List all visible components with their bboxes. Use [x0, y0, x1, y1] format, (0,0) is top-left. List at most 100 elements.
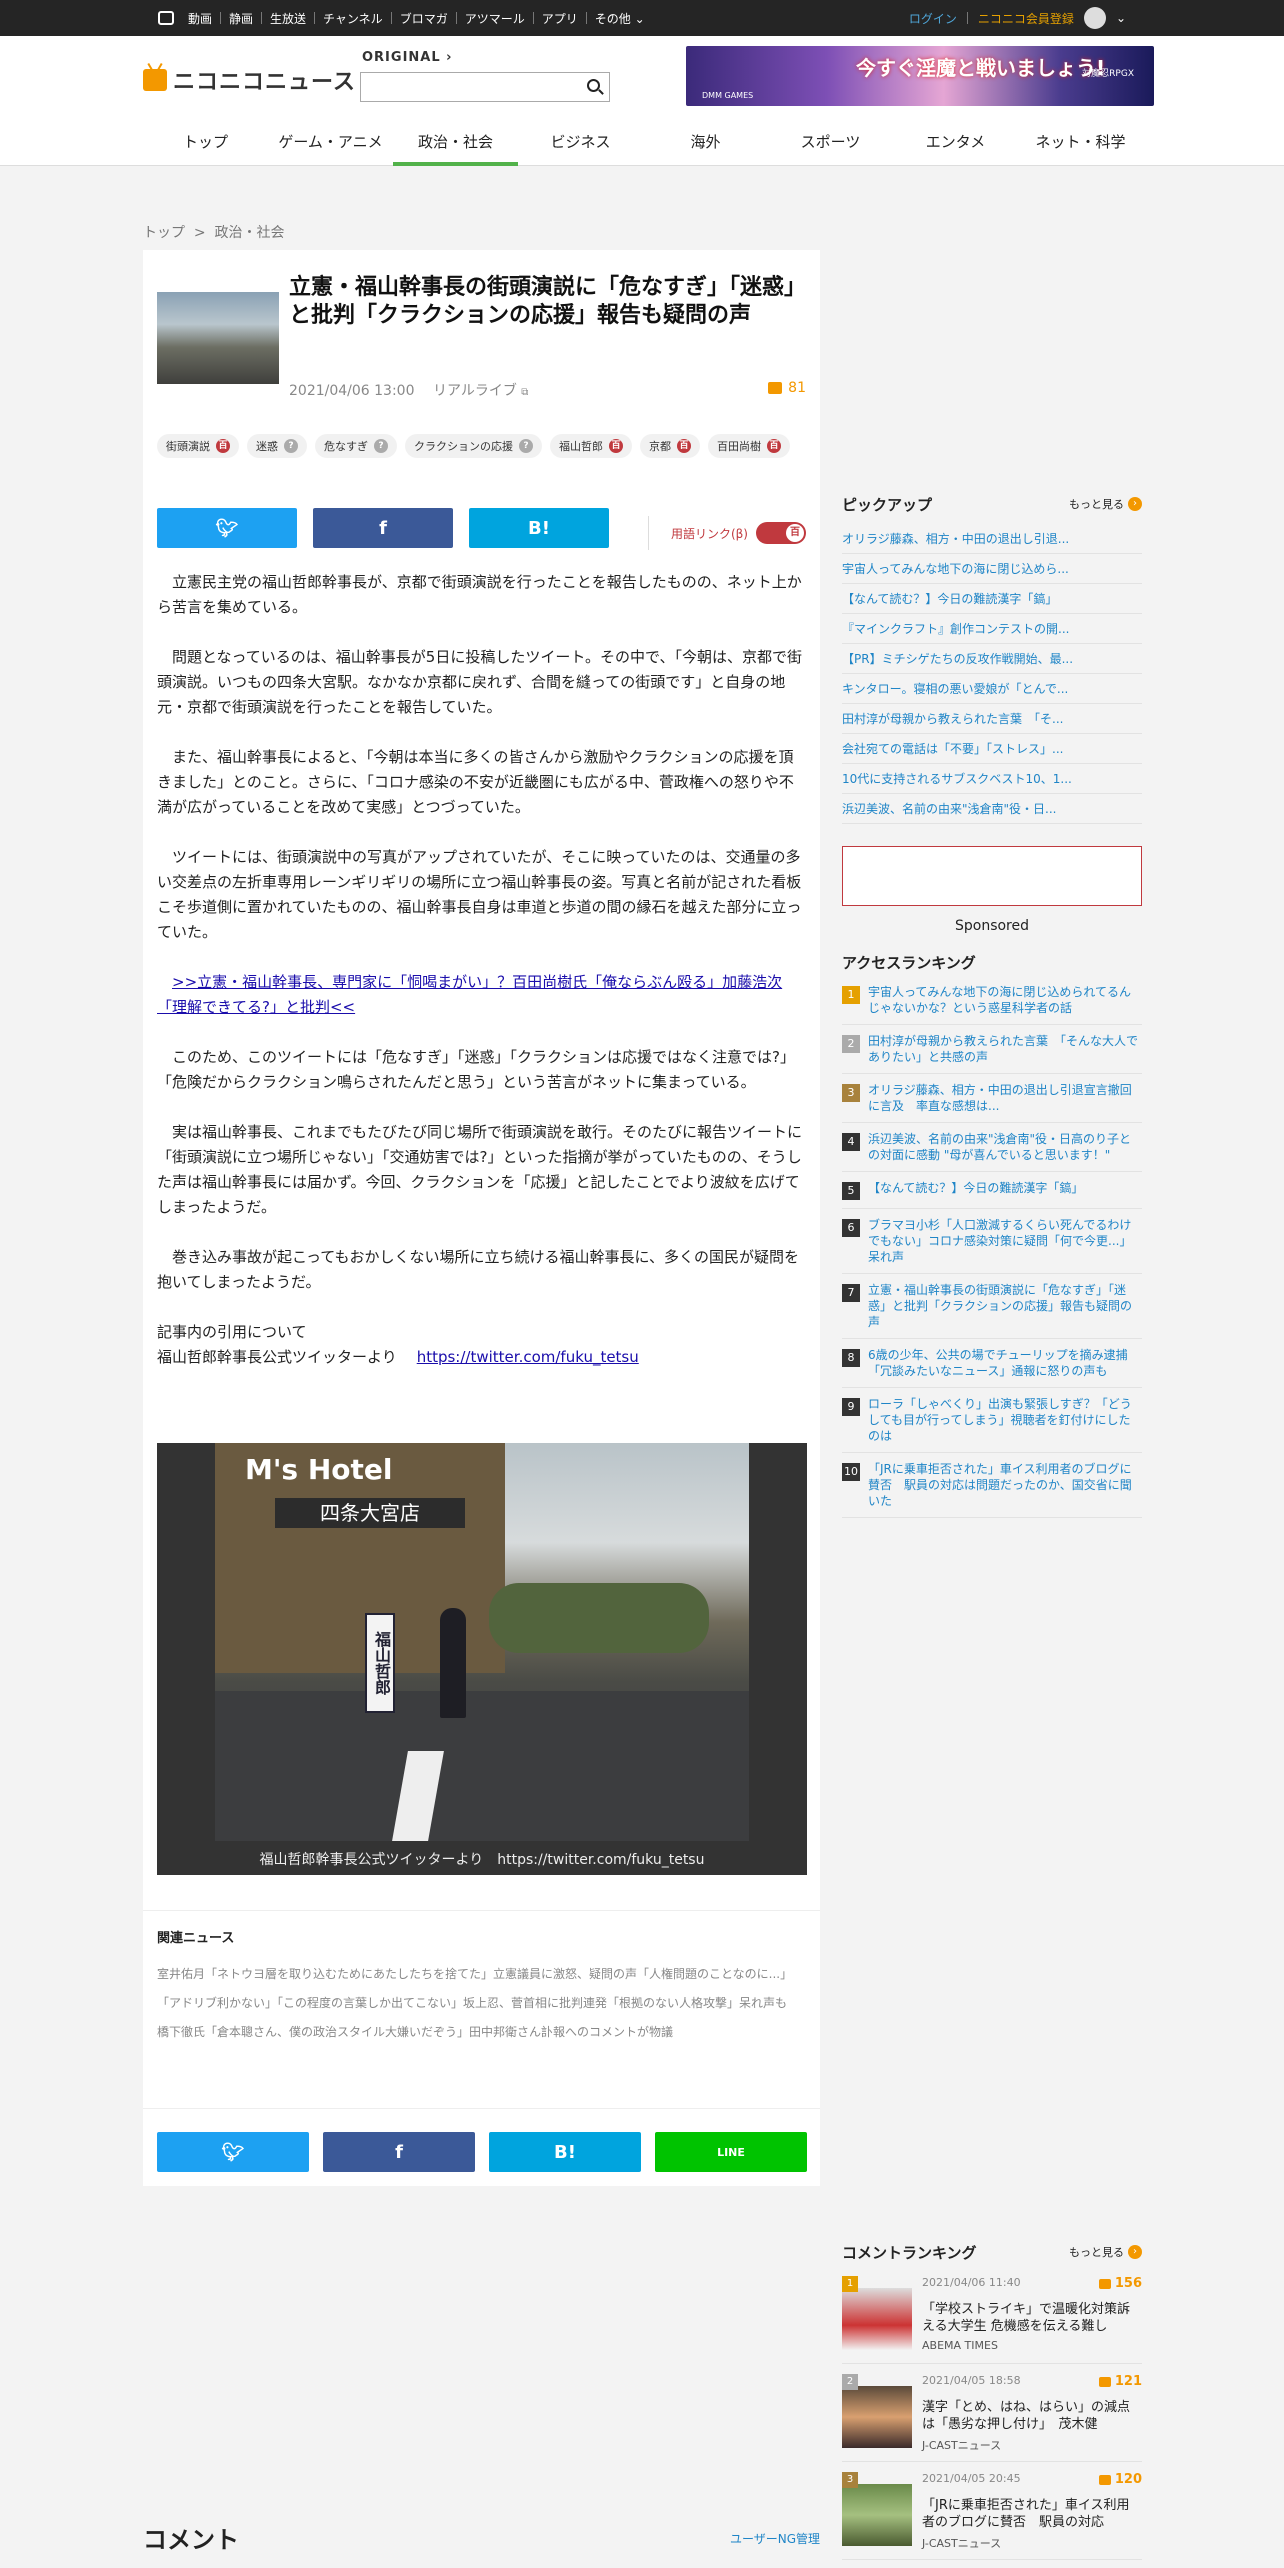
tag-item[interactable]: 福山哲郎百 — [550, 434, 632, 458]
link-seiga[interactable]: 静画 — [229, 10, 253, 27]
comment-ranking-thumbnail: 2 — [842, 2374, 912, 2448]
hatena-share-button[interactable]: B! — [469, 508, 609, 548]
nav-entertainment[interactable]: エンタメ — [893, 122, 1018, 166]
tag-item[interactable]: 街頭演説百 — [157, 434, 239, 458]
encyclopedia-icon[interactable]: 百 — [677, 439, 691, 453]
question-icon[interactable]: ? — [374, 439, 388, 453]
question-icon[interactable]: ? — [519, 439, 533, 453]
related-news-item[interactable]: 「アドリブ利かない」「この程度の言葉しか出てこない」坂上忍、菅首相に批判連発「根… — [157, 1995, 807, 2012]
divider — [455, 12, 457, 24]
pickup-item[interactable]: 10代に支持されるサブスクベスト10、1... — [842, 764, 1142, 794]
link-live[interactable]: 生放送 — [270, 10, 306, 27]
pickup-item[interactable]: 会社宛ての電話は「不要」「ストレス」... — [842, 734, 1142, 764]
question-icon[interactable]: ? — [284, 439, 298, 453]
pickup-item[interactable]: 浜辺美波、名前の由来"浅倉南"役・日... — [842, 794, 1142, 824]
nav-overseas[interactable]: 海外 — [643, 122, 768, 166]
nav-top[interactable]: トップ — [143, 122, 268, 166]
original-link[interactable]: ORIGINAL › — [362, 50, 453, 65]
tag-item[interactable]: クラクションの応援? — [405, 434, 542, 458]
related-article-link[interactable]: >>立憲・福山幹事長、専門家に「恫喝まがい」？百田尚樹氏「俺ならぶん殴る」加藤浩… — [157, 970, 805, 1020]
related-news-item[interactable]: 室井佑月「ネトウヨ層を取り込むためにあたしたちを捨てた」立憲議員に激怒、疑問の声… — [157, 1966, 807, 1983]
twitter-icon: 🐦︎ — [215, 517, 239, 539]
comment-section-title: コメント — [143, 2526, 239, 2554]
ad-slot[interactable] — [842, 846, 1142, 906]
user-ng-link[interactable]: ユーザーNG管理 — [730, 2530, 820, 2547]
twitter-share-button[interactable]: 🐦︎ — [157, 2132, 309, 2172]
photo-image[interactable]: M's Hotel 四条大宮店 福山哲郎 — [215, 1443, 749, 1841]
tag-item[interactable]: 危なすぎ? — [315, 434, 397, 458]
facebook-share-button[interactable]: f — [313, 508, 453, 548]
comment-count: 120 — [1098, 2472, 1142, 2487]
glossary-toggle[interactable] — [756, 522, 806, 544]
divider — [143, 2108, 820, 2109]
pickup-item[interactable]: 田村淳が母親から教えられた言葉 「そ... — [842, 704, 1142, 734]
more-label: もっと見る — [1069, 498, 1124, 511]
ranking-item[interactable]: 1 宇宙人ってみんな地下の海に閉じ込められてるんじゃないかな？という惑星科学者の話 — [842, 976, 1142, 1025]
nav-sports[interactable]: スポーツ — [768, 122, 893, 166]
login-link[interactable]: ログイン — [909, 10, 957, 27]
ranking-item[interactable]: 5 【なんて読む？】今日の難読漢字「鎬」 — [842, 1172, 1142, 1209]
encyclopedia-icon[interactable]: 百 — [767, 439, 781, 453]
site-logo[interactable]: ニコニコニュース — [143, 64, 356, 96]
link-channel[interactable]: チャンネル — [323, 10, 383, 27]
comment-bubble-icon — [768, 382, 783, 394]
ranking-item[interactable]: 2 田村淳が母親から教えられた言葉 「そんな大人でありたい」と共感の声 — [842, 1025, 1142, 1074]
article-source-link[interactable]: リアルライブ ⧉ — [433, 383, 528, 399]
search-icon[interactable] — [587, 79, 600, 92]
breadcrumb-home[interactable]: トップ — [143, 225, 185, 241]
ranking-item[interactable]: 8 6歳の少年、公共の場でチューリップを摘み逮捕「冗談みたいなニュース」通報に怒り… — [842, 1339, 1142, 1388]
ranking-item[interactable]: 4 浜辺美波、名前の由来"浅倉南"役・日高のり子との対面に感動 "母が喜んでいると… — [842, 1123, 1142, 1172]
photo-person — [440, 1608, 466, 1718]
encyclopedia-icon[interactable]: 百 — [216, 439, 230, 453]
pickup-item[interactable]: 『マインクラフト』創作コンテストの開... — [842, 614, 1142, 644]
facebook-share-button[interactable]: f — [323, 2132, 475, 2172]
nav-politics-society[interactable]: 政治・社会 — [393, 122, 518, 166]
link-atsumaru[interactable]: アツマール — [465, 10, 525, 27]
link-video[interactable]: 動画 — [188, 10, 212, 27]
ranking-item[interactable]: 7 立憲・福山幹事長の街頭演説に「危なすぎ」「迷惑」と批判「クラクションの応援」報… — [842, 1274, 1142, 1339]
register-link[interactable]: ニコニコ会員登録 — [978, 10, 1074, 27]
pickup-item[interactable]: オリラジ藤森、相方・中田の退出し引退... — [842, 524, 1142, 554]
comment-ranking-item[interactable]: 3 2021/04/05 20:45 「JRに乗車拒否された」車イス利用者のブログに… — [842, 2462, 1142, 2560]
tag-item[interactable]: 百田尚樹百 — [708, 434, 790, 458]
paragraph: 巻き込み事故が起こってもおかしくない場所に立ち続ける福山幹事長に、多くの国民が疑… — [157, 1248, 800, 1291]
avatar[interactable] — [1083, 7, 1106, 29]
ranking-item[interactable]: 10 「JRに乗車拒否された」車イス利用者のブログに賛否 駅員の対応は問題だったの… — [842, 1453, 1142, 1518]
pickup-item[interactable]: 【なんて読む？】今日の難読漢字「鎬」 — [842, 584, 1142, 614]
comment-ranking-title-text: 「JRに乗車拒否された」車イス利用者のブログに賛否 駅員の対応 — [922, 2498, 1130, 2530]
nav-business[interactable]: ビジネス — [518, 122, 643, 166]
twitter-share-button[interactable]: 🐦︎ — [157, 508, 297, 548]
ad-banner[interactable]: 今すぐ淫魔と戦いましょう! DMM GAMES 対魔忍RPGX — [686, 46, 1154, 106]
link-app[interactable]: アプリ — [542, 10, 578, 27]
ranking-item[interactable]: 9 ローラ「しゃべくり」出演も緊張しすぎ？「どうしても目が行ってしまう」視聴者を釘… — [842, 1388, 1142, 1453]
hatena-share-button[interactable]: B! — [489, 2132, 641, 2172]
search-box — [360, 72, 610, 102]
comment-ranking-item[interactable]: 1 2021/04/06 11:40 「学校ストライキ」で温暖化対策訴える大学生 危… — [842, 2266, 1142, 2364]
comment-ranking-item[interactable]: 2 2021/04/05 18:58 漢字「とめ、はね、はらい」の減点は「愚劣な押し… — [842, 2364, 1142, 2462]
nav-game-anime[interactable]: ゲーム・アニメ — [268, 122, 393, 166]
search-input[interactable] — [361, 73, 571, 101]
niconico-tv-icon[interactable] — [158, 11, 174, 25]
pickup-item[interactable]: キンタロー。寝相の悪い愛娘が「とんで... — [842, 674, 1142, 704]
comment-count[interactable]: 81 — [768, 380, 806, 396]
tag-item[interactable]: 迷惑? — [247, 434, 307, 458]
rank-number: 1 — [842, 986, 860, 1004]
link-blomaga[interactable]: ブロマガ — [400, 10, 448, 27]
ranking-item[interactable]: 3 オリラジ藤森、相方・中田の退出し引退宣言撤回に言及 率直な感想は... — [842, 1074, 1142, 1123]
pickup-more-link[interactable]: もっと見る › — [1069, 496, 1142, 512]
pickup-item[interactable]: 【PR】ミチシゲたちの反攻作戦開始、最... — [842, 644, 1142, 674]
chevron-down-icon[interactable]: ⌄ — [1116, 11, 1126, 25]
line-share-button[interactable]: LINE — [655, 2132, 807, 2172]
tag-item[interactable]: 京都百 — [640, 434, 700, 458]
ad-main-text: 今すぐ淫魔と戦いましょう! — [856, 56, 1106, 80]
encyclopedia-icon[interactable]: 百 — [609, 439, 623, 453]
ranking-item[interactable]: 6 ブラマヨ小杉「人口激減するくらい死んでるわけでもない」コロナ感染対策に疑問「何… — [842, 1209, 1142, 1274]
comment-ranking-more-link[interactable]: もっと見る › — [1069, 2244, 1142, 2260]
twitter-icon: 🐦︎ — [221, 2141, 245, 2163]
pickup-item[interactable]: 宇宙人ってみんな地下の海に閉じ込めら... — [842, 554, 1142, 584]
nav-net-science[interactable]: ネット・科学 — [1018, 122, 1143, 166]
citation-url-link[interactable]: https://twitter.com/fuku_tetsu — [417, 1348, 639, 1366]
breadcrumb-current[interactable]: 政治・社会 — [215, 225, 285, 241]
related-news-item[interactable]: 橋下徹氏「倉本聰さん、僕の政治スタイル大嫌いだぞう」田中邦衛さん訃報へのコメント… — [157, 2024, 807, 2041]
link-other[interactable]: その他 ⌄ — [595, 10, 645, 27]
